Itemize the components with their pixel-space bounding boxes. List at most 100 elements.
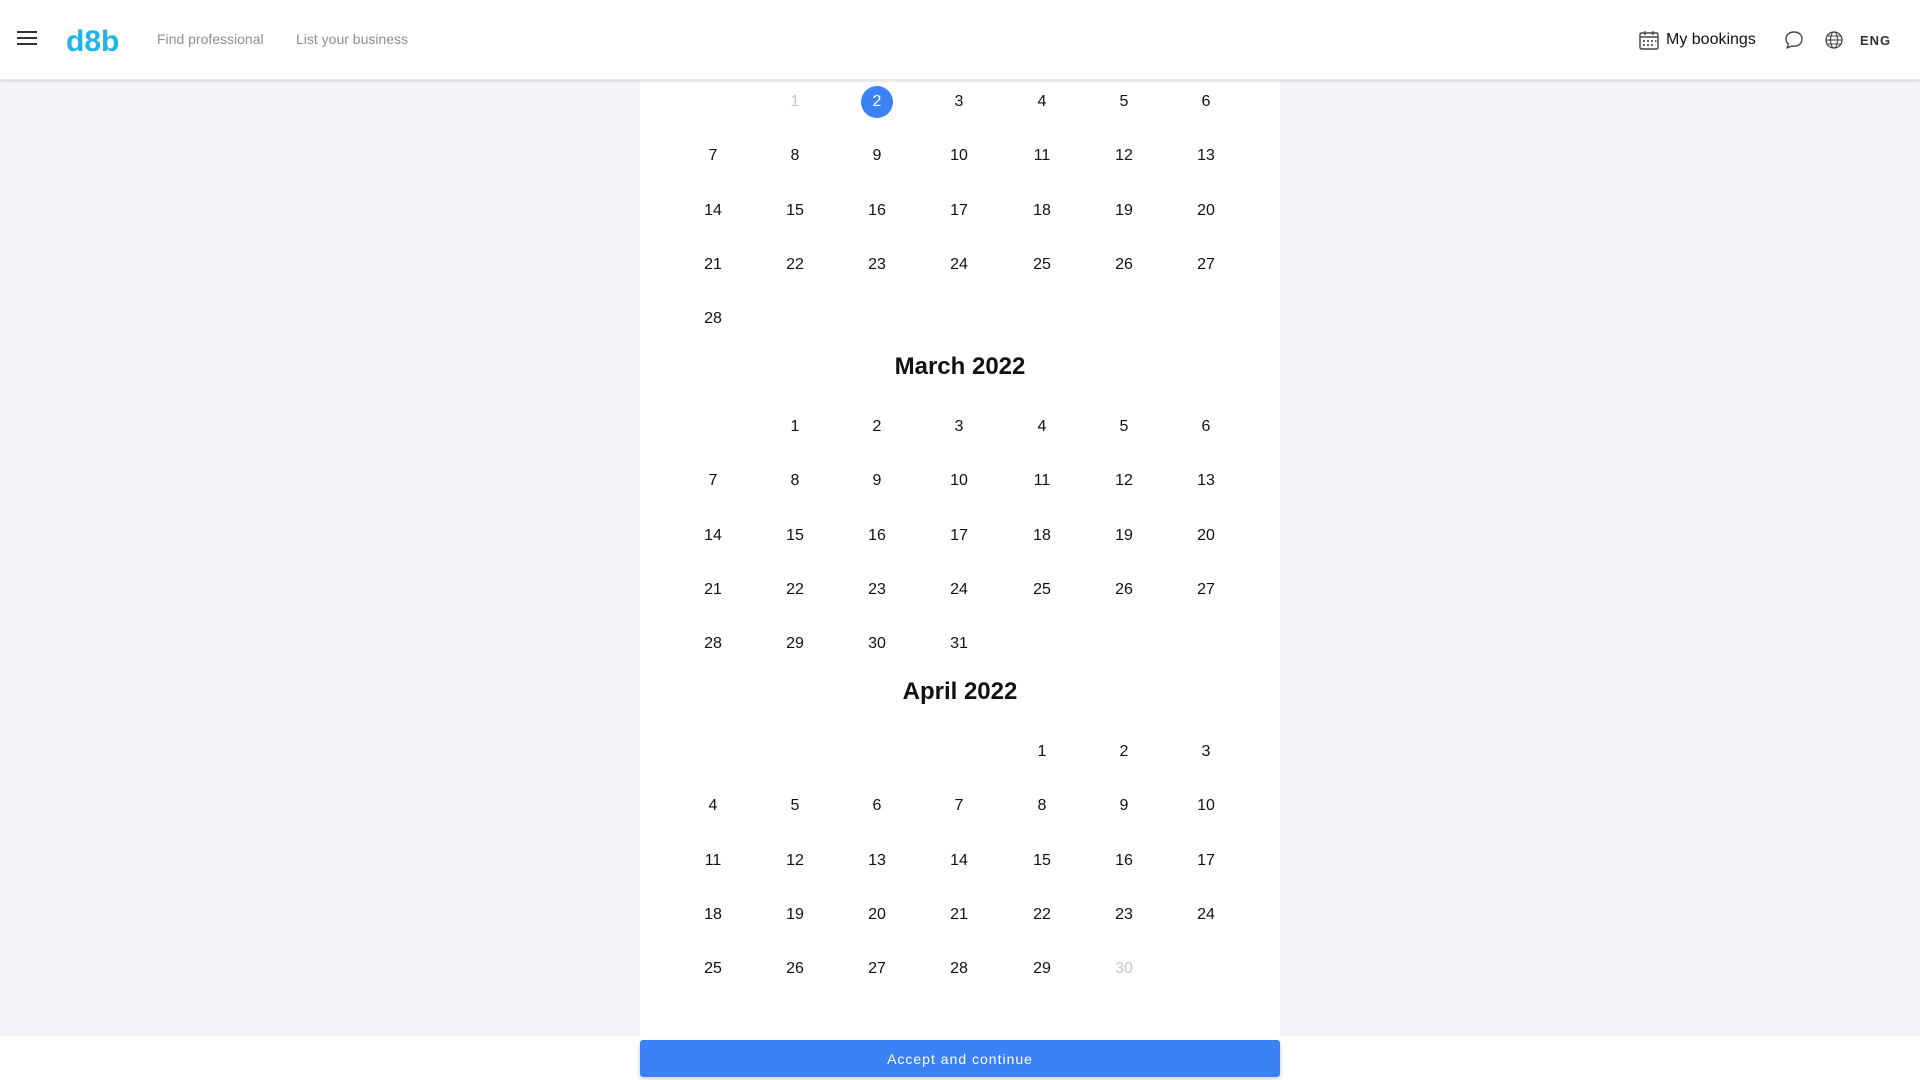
day-cell[interactable]: 21 bbox=[693, 249, 733, 281]
day-cell[interactable]: 17 bbox=[939, 520, 979, 552]
day-cell[interactable]: 14 bbox=[693, 195, 733, 227]
day-cell[interactable]: 19 bbox=[1104, 195, 1144, 227]
day-cell[interactable]: 22 bbox=[775, 249, 815, 281]
day-cell[interactable]: 19 bbox=[775, 899, 815, 931]
day-cell[interactable]: 16 bbox=[857, 520, 897, 552]
day-cell[interactable]: 3 bbox=[939, 86, 979, 118]
day-cell[interactable]: 16 bbox=[857, 195, 897, 227]
day-cell[interactable]: 28 bbox=[693, 303, 733, 335]
day-cell[interactable]: 23 bbox=[857, 249, 897, 281]
day-cell[interactable]: 22 bbox=[1022, 899, 1062, 931]
day-cell[interactable]: 23 bbox=[1104, 899, 1144, 931]
day-cell[interactable]: 27 bbox=[1186, 574, 1226, 606]
month-title: April 2022 bbox=[902, 678, 1018, 705]
language-selector[interactable]: ENG bbox=[1860, 33, 1891, 48]
day-cell[interactable]: 29 bbox=[775, 628, 815, 660]
day-cell[interactable]: 7 bbox=[939, 790, 979, 822]
day-cell[interactable]: 21 bbox=[939, 899, 979, 931]
day-cell[interactable]: 26 bbox=[1104, 574, 1144, 606]
day-cell[interactable]: 12 bbox=[775, 845, 815, 877]
day-cell[interactable]: 7 bbox=[693, 465, 733, 497]
day-cell[interactable]: 24 bbox=[1186, 899, 1226, 931]
day-cell[interactable]: 10 bbox=[939, 140, 979, 172]
day-cell[interactable]: 28 bbox=[693, 628, 733, 660]
day-cell[interactable]: 2 bbox=[857, 411, 897, 443]
day-cell[interactable]: 1 bbox=[775, 411, 815, 443]
day-cell[interactable]: 25 bbox=[1022, 574, 1062, 606]
day-cell[interactable]: 19 bbox=[1104, 520, 1144, 552]
day-cell[interactable]: 18 bbox=[1022, 520, 1062, 552]
day-cell[interactable]: 20 bbox=[1186, 520, 1226, 552]
day-cell[interactable]: 27 bbox=[1186, 249, 1226, 281]
day-cell[interactable]: 15 bbox=[1022, 845, 1062, 877]
day-cell[interactable]: 3 bbox=[1186, 736, 1226, 768]
day-cell: 30 bbox=[1115, 960, 1133, 978]
day-cell[interactable]: 25 bbox=[693, 953, 733, 985]
day-cell[interactable]: 13 bbox=[857, 845, 897, 877]
day-cell[interactable]: 11 bbox=[693, 845, 733, 877]
day-cell[interactable]: 17 bbox=[939, 195, 979, 227]
day-cell[interactable]: 6 bbox=[857, 790, 897, 822]
day-cell[interactable]: 2 bbox=[861, 86, 893, 118]
day-cell[interactable]: 9 bbox=[857, 140, 897, 172]
day-cell[interactable]: 26 bbox=[1104, 249, 1144, 281]
day-cell[interactable]: 8 bbox=[1022, 790, 1062, 822]
day-cell[interactable]: 17 bbox=[1186, 845, 1226, 877]
day-cell[interactable]: 6 bbox=[1186, 411, 1226, 443]
day-cell[interactable]: 16 bbox=[1104, 845, 1144, 877]
hamburger-menu-icon[interactable] bbox=[17, 31, 37, 47]
day-cell[interactable]: 9 bbox=[1104, 790, 1144, 822]
day-cell[interactable]: 3 bbox=[939, 411, 979, 443]
day-cell[interactable]: 14 bbox=[693, 520, 733, 552]
nav-find-professional[interactable]: Find professional bbox=[157, 31, 264, 47]
day-cell[interactable]: 26 bbox=[775, 953, 815, 985]
day-cell[interactable]: 30 bbox=[857, 628, 897, 660]
day-cell[interactable]: 22 bbox=[775, 574, 815, 606]
svg-text:d8b: d8b bbox=[66, 25, 119, 58]
day-cell[interactable]: 15 bbox=[775, 520, 815, 552]
day-cell[interactable]: 12 bbox=[1104, 465, 1144, 497]
d8b-logo[interactable]: d8b bbox=[66, 18, 126, 62]
day-cell[interactable]: 25 bbox=[1022, 249, 1062, 281]
accept-continue-button[interactable]: Accept and continue bbox=[640, 1040, 1280, 1077]
day-cell[interactable]: 20 bbox=[857, 899, 897, 931]
day-cell[interactable]: 28 bbox=[939, 953, 979, 985]
day-cell[interactable]: 4 bbox=[1022, 411, 1062, 443]
day-cell[interactable]: 1 bbox=[1022, 736, 1062, 768]
day-cell[interactable]: 21 bbox=[693, 574, 733, 606]
day-cell[interactable]: 5 bbox=[1104, 411, 1144, 443]
chat-icon[interactable] bbox=[1783, 29, 1805, 51]
globe-icon[interactable] bbox=[1824, 30, 1844, 50]
day-cell[interactable]: 6 bbox=[1186, 86, 1226, 118]
nav-list-business[interactable]: List your business bbox=[296, 31, 408, 47]
day-cell[interactable]: 10 bbox=[939, 465, 979, 497]
day-cell[interactable]: 5 bbox=[775, 790, 815, 822]
day-cell[interactable]: 11 bbox=[1022, 140, 1062, 172]
day-cell[interactable]: 24 bbox=[939, 574, 979, 606]
day-cell[interactable]: 9 bbox=[857, 465, 897, 497]
day-cell[interactable]: 2 bbox=[1104, 736, 1144, 768]
day-cell[interactable]: 12 bbox=[1104, 140, 1144, 172]
my-bookings-button[interactable]: My bookings bbox=[1638, 28, 1756, 52]
day-cell[interactable]: 11 bbox=[1022, 465, 1062, 497]
day-cell[interactable]: 8 bbox=[775, 140, 815, 172]
day-cell[interactable]: 8 bbox=[775, 465, 815, 497]
day-cell[interactable]: 13 bbox=[1186, 465, 1226, 497]
day-cell[interactable]: 18 bbox=[1022, 195, 1062, 227]
day-cell[interactable]: 29 bbox=[1022, 953, 1062, 985]
day-cell[interactable]: 18 bbox=[693, 899, 733, 931]
day-cell[interactable]: 27 bbox=[857, 953, 897, 985]
day-cell[interactable]: 24 bbox=[939, 249, 979, 281]
day-cell[interactable]: 14 bbox=[939, 845, 979, 877]
day-cell[interactable]: 7 bbox=[693, 140, 733, 172]
day-cell[interactable]: 5 bbox=[1104, 86, 1144, 118]
day-cell[interactable]: 23 bbox=[857, 574, 897, 606]
day-cell[interactable]: 31 bbox=[939, 628, 979, 660]
day-cell[interactable]: 15 bbox=[775, 195, 815, 227]
day-cell[interactable]: 4 bbox=[693, 790, 733, 822]
day-cell[interactable]: 4 bbox=[1022, 86, 1062, 118]
day-cell[interactable]: 10 bbox=[1186, 790, 1226, 822]
day-cell[interactable]: 20 bbox=[1186, 195, 1226, 227]
day-cell[interactable]: 13 bbox=[1186, 140, 1226, 172]
day-cell: 1 bbox=[790, 93, 800, 110]
